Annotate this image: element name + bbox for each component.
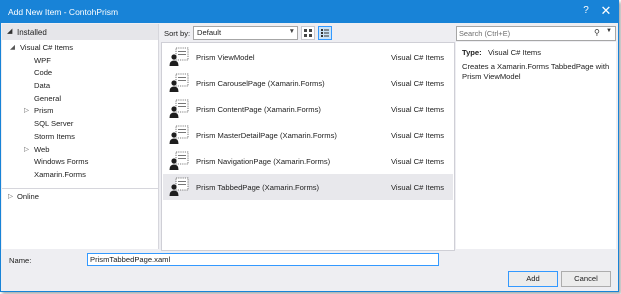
grid-view-icon — [304, 29, 312, 37]
template-language: Visual C# Items — [391, 131, 445, 140]
type-label: Type: — [462, 48, 482, 57]
list-toolbar: Sort by: Default ▼ — [161, 26, 457, 40]
collapse-arrow-icon: ◢ — [7, 28, 13, 35]
prism-template-icon — [169, 151, 189, 171]
add-new-item-dialog: Add New Item - ContohPrism ? ✕ ◢ Install… — [0, 0, 619, 292]
installed-header[interactable]: ◢ Installed — [2, 24, 158, 40]
template-list: Prism ViewModel Visual C# Items Prism Caro… — [161, 42, 455, 251]
template-name: Prism NavigationPage (Xamarin.Forms) — [196, 157, 331, 166]
category-tree: ◢ Visual C# Items WPF Code Data General ▷ Prism… — [2, 42, 158, 182]
tree-item[interactable]: Data — [2, 80, 158, 93]
search-box[interactable]: ⚲ ▼ — [456, 26, 616, 41]
tree-expander-icon[interactable]: ◢ — [10, 43, 15, 51]
prism-template-icon — [169, 47, 189, 67]
medium-icons-view-button[interactable] — [301, 26, 315, 40]
tree-expander-icon[interactable]: ▷ — [24, 145, 29, 153]
template-item[interactable]: Prism ContentPage (Xamarin.Forms) Visual … — [163, 96, 453, 122]
close-icon[interactable]: ✕ — [599, 4, 613, 18]
tree-item-label: SQL Server — [34, 119, 74, 129]
help-icon[interactable]: ? — [579, 4, 593, 18]
installed-label: Installed — [17, 28, 47, 37]
details-pane: Type: Visual C# Items Creates a Xamarin.… — [456, 42, 616, 249]
tree-item[interactable]: General — [2, 93, 158, 106]
title-bar: Add New Item - ContohPrism ? ✕ — [1, 1, 618, 23]
template-item[interactable]: Prism TabbedPage (Xamarin.Forms) Visual C… — [163, 174, 453, 200]
tree-item[interactable]: Xamarin.Forms — [2, 169, 158, 182]
template-language: Visual C# Items — [391, 53, 445, 62]
tree-item[interactable]: WPF — [2, 55, 158, 68]
category-pane: ◢ Installed ◢ Visual C# Items WPF Code Data G… — [2, 24, 159, 249]
tree-item[interactable]: ▷ Web — [2, 144, 158, 157]
template-language: Visual C# Items — [391, 79, 445, 88]
tree-item-label: Prism — [34, 106, 54, 116]
sort-by-label: Sort by: — [164, 29, 191, 38]
name-label: Name: — [9, 256, 32, 265]
template-name: Prism TabbedPage (Xamarin.Forms) — [196, 183, 320, 192]
list-view-button[interactable] — [318, 26, 332, 40]
template-language: Visual C# Items — [391, 183, 445, 192]
template-language: Visual C# Items — [391, 157, 445, 166]
sort-by-dropdown[interactable]: Default ▼ — [193, 26, 298, 40]
sort-by-value: Default — [197, 28, 222, 37]
type-value: Visual C# Items — [488, 48, 542, 57]
chevron-down-icon: ▼ — [288, 28, 295, 35]
template-name: Prism MasterDetailPage (Xamarin.Forms) — [196, 131, 337, 140]
tree-item-label: Web — [34, 144, 50, 154]
prism-template-icon — [169, 73, 189, 93]
add-button[interactable]: Add — [508, 271, 558, 287]
tree-expander-icon[interactable]: ▷ — [24, 106, 29, 114]
item-description: Creates a Xamarin.Forms TabbedPage with … — [462, 62, 610, 81]
tree-item[interactable]: SQL Server — [2, 118, 158, 131]
tree-item-label: Code — [34, 68, 53, 78]
template-language: Visual C# Items — [391, 105, 445, 114]
tree-item[interactable]: Code — [2, 67, 158, 80]
template-item[interactable]: Prism MasterDetailPage (Xamarin.Forms) Vi… — [163, 122, 453, 148]
prism-template-icon — [169, 125, 189, 145]
tree-item-label: Xamarin.Forms — [34, 169, 86, 179]
tree-item-label: Visual C# Items — [20, 43, 74, 52]
template-name: Prism ViewModel — [196, 53, 255, 62]
tree-item[interactable]: ◢ Visual C# Items — [2, 42, 158, 55]
expand-arrow-icon: ▷ — [8, 193, 13, 200]
prism-template-icon — [169, 99, 189, 119]
tree-item-label: Data — [34, 81, 51, 91]
search-icon[interactable]: ⚲ — [594, 28, 600, 37]
search-options-chevron-icon[interactable]: ▼ — [606, 28, 612, 34]
template-name: Prism CarouselPage (Xamarin.Forms) — [196, 79, 325, 88]
template-name: Prism ContentPage (Xamarin.Forms) — [196, 105, 321, 114]
tree-item-label: Storm Items — [34, 131, 75, 141]
name-field[interactable]: PrismTabbedPage.xaml — [87, 253, 439, 266]
tree-item-label: WPF — [34, 55, 51, 65]
tree-item[interactable]: ▷ Prism — [2, 105, 158, 118]
template-item[interactable]: Prism ViewModel Visual C# Items — [163, 44, 453, 70]
tree-item-label: General — [34, 93, 62, 103]
online-header[interactable]: ▷ Online — [2, 188, 158, 204]
name-field-value: PrismTabbedPage.xaml — [90, 255, 171, 264]
list-view-icon — [321, 29, 329, 37]
search-input[interactable] — [459, 28, 595, 38]
template-item[interactable]: Prism CarouselPage (Xamarin.Forms) Visual… — [163, 70, 453, 96]
cancel-button[interactable]: Cancel — [561, 271, 611, 287]
prism-template-icon — [169, 177, 189, 197]
online-label: Online — [17, 192, 39, 201]
window-title: Add New Item - ContohPrism — [8, 7, 119, 17]
tree-item-label: Windows Forms — [34, 157, 89, 167]
template-item[interactable]: Prism NavigationPage (Xamarin.Forms) Visu… — [163, 148, 453, 174]
tree-item[interactable]: Windows Forms — [2, 156, 158, 169]
tree-item[interactable]: Storm Items — [2, 131, 158, 144]
